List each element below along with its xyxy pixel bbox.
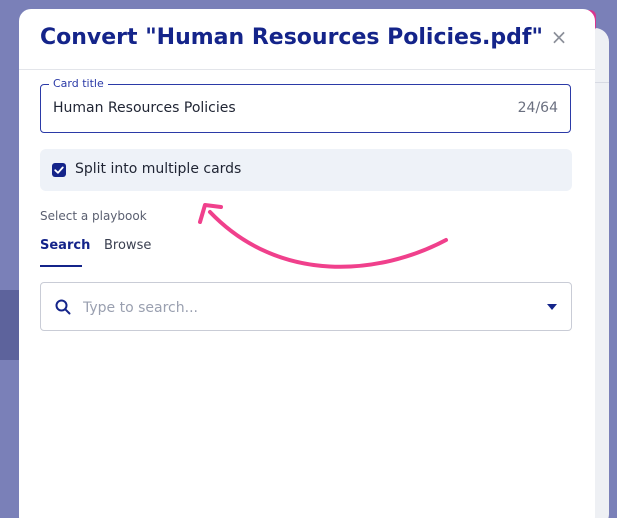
convert-dialog: Convert "Human Resources Policies.pdf" ×… bbox=[19, 9, 595, 529]
playbook-search-box[interactable] bbox=[40, 282, 572, 331]
card-title-label: Card title bbox=[49, 77, 108, 90]
close-icon[interactable]: × bbox=[549, 27, 569, 47]
split-cards-label: Split into multiple cards bbox=[75, 161, 242, 177]
split-cards-option[interactable]: Split into multiple cards bbox=[40, 149, 572, 191]
tab-browse[interactable]: Browse bbox=[104, 238, 151, 253]
playbook-search-input[interactable] bbox=[81, 295, 505, 321]
character-count: 24/64 bbox=[517, 100, 558, 116]
card-title-input[interactable]: Human Resources Policies bbox=[53, 100, 236, 116]
chevron-down-icon[interactable] bbox=[547, 304, 557, 310]
playbook-section-label: Select a playbook bbox=[40, 209, 147, 223]
checkmark-icon bbox=[54, 166, 64, 174]
search-icon bbox=[55, 299, 71, 315]
dialog-header: Convert "Human Resources Policies.pdf" × bbox=[19, 9, 595, 70]
card-title-field[interactable]: Card title Human Resources Policies 24/6… bbox=[40, 77, 571, 133]
tab-search[interactable]: Search bbox=[40, 238, 90, 253]
active-tab-indicator bbox=[40, 265, 82, 267]
dialog-title: Convert "Human Resources Policies.pdf" bbox=[40, 25, 543, 50]
split-cards-checkbox[interactable] bbox=[52, 163, 66, 177]
